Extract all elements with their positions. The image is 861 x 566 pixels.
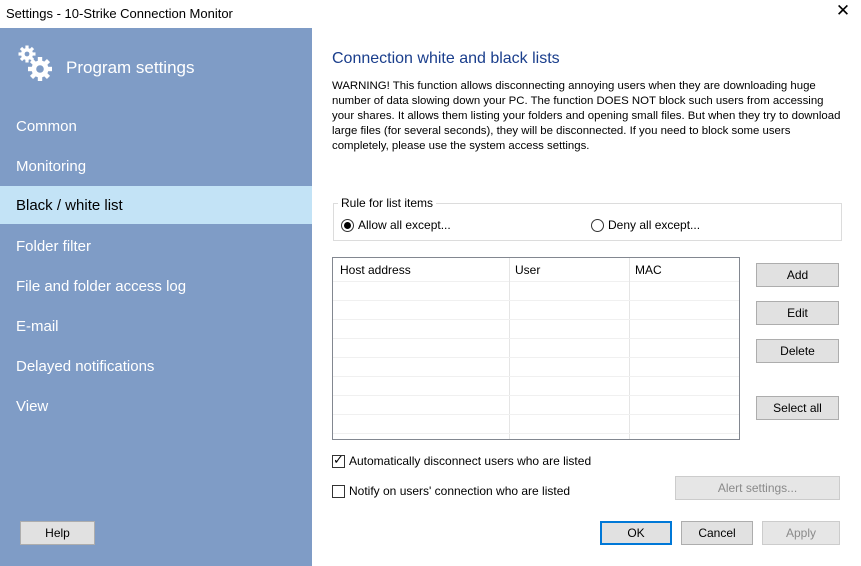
title-bar: Settings - 10-Strike Connection Monitor … [0, 0, 861, 28]
table-row [333, 415, 739, 434]
help-button[interactable]: Help [20, 521, 95, 545]
select-all-button[interactable]: Select all [756, 396, 839, 420]
cancel-button[interactable]: Cancel [681, 521, 753, 545]
column-header-host-address[interactable]: Host address [340, 263, 411, 277]
allow-all-except-radio[interactable]: Allow all except... [341, 218, 451, 232]
column-header-user[interactable]: User [515, 263, 540, 277]
allow-all-except-label: Allow all except... [358, 218, 451, 232]
table-row [333, 339, 739, 358]
deny-all-except-radio[interactable]: Deny all except... [591, 218, 700, 232]
ok-button[interactable]: OK [600, 521, 672, 545]
rule-legend: Rule for list items [338, 196, 437, 210]
sidebar-item-folder-filter[interactable]: Folder filter [0, 227, 312, 265]
sidebar-item-common[interactable]: Common [0, 107, 312, 145]
delete-button[interactable]: Delete [756, 339, 839, 363]
auto-disconnect-checkbox[interactable]: Automatically disconnect users who are l… [332, 453, 592, 468]
auto-disconnect-label: Automatically disconnect users who are l… [349, 454, 592, 468]
notify-connection-checkbox[interactable]: Notify on users' connection who are list… [332, 484, 570, 498]
sidebar-item-black-white-list[interactable]: Black / white list [0, 186, 312, 224]
add-button[interactable]: Add [756, 263, 839, 287]
sidebar-item-delayed-notifications[interactable]: Delayed notifications [0, 347, 312, 385]
sidebar-item-email[interactable]: E-mail [0, 307, 312, 345]
page-title: Connection white and black lists [332, 50, 560, 67]
close-icon[interactable]: ✕ [831, 0, 855, 22]
column-header-mac[interactable]: MAC [635, 263, 662, 277]
table-row [333, 301, 739, 320]
rule-groupbox: Rule for list items Allow all except... … [333, 196, 842, 241]
table-row [333, 358, 739, 377]
radio-checked-icon [341, 218, 354, 232]
table-row [333, 377, 739, 396]
warning-text: WARNING! This function allows disconnect… [332, 80, 841, 152]
sidebar: Program settings Common Monitoring Black… [0, 28, 312, 566]
table-row [333, 282, 739, 301]
alert-settings-button[interactable]: Alert settings... [675, 476, 840, 500]
sidebar-title: Program settings [66, 58, 195, 77]
hosts-table[interactable]: Host address User MAC [332, 257, 740, 440]
checkbox-unchecked-icon [332, 484, 345, 498]
checkbox-checked-icon [332, 453, 345, 468]
notify-connection-label: Notify on users' connection who are list… [349, 484, 571, 498]
sidebar-item-monitoring[interactable]: Monitoring [0, 147, 312, 185]
sidebar-item-view[interactable]: View [0, 387, 312, 425]
deny-all-except-label: Deny all except... [608, 218, 701, 232]
window-title: Settings - 10-Strike Connection Monitor [6, 6, 233, 21]
table-row [333, 396, 739, 415]
sidebar-header: Program settings [16, 44, 296, 88]
gear-icon [18, 45, 52, 81]
table-row [333, 320, 739, 339]
edit-button[interactable]: Edit [756, 301, 839, 325]
sidebar-item-file-folder-access-log[interactable]: File and folder access log [0, 267, 312, 305]
apply-button[interactable]: Apply [762, 521, 840, 545]
radio-unchecked-icon [591, 218, 604, 232]
